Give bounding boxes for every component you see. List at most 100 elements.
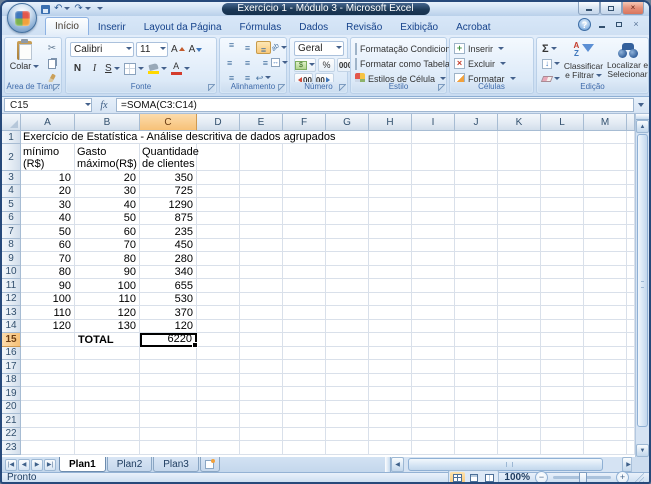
alignment-dialog-launcher[interactable] bbox=[278, 84, 285, 91]
cell-L9[interactable] bbox=[541, 252, 584, 266]
cell-C10[interactable]: 340 bbox=[140, 266, 197, 280]
zoom-level[interactable]: 100% bbox=[504, 472, 530, 483]
cell-B20[interactable] bbox=[75, 401, 140, 415]
cell-I15[interactable] bbox=[412, 333, 455, 347]
page-layout-view-button[interactable] bbox=[466, 472, 481, 483]
cell-E11[interactable] bbox=[240, 279, 283, 293]
cell-K14[interactable] bbox=[498, 320, 541, 334]
merge-center-button[interactable]: ↔ bbox=[272, 56, 287, 69]
cell-H21[interactable] bbox=[369, 414, 412, 428]
cell-C19[interactable] bbox=[140, 387, 197, 401]
cell-F12[interactable] bbox=[283, 293, 326, 307]
cell-A2[interactable]: Gastomínimo (R$) bbox=[21, 144, 75, 171]
cell-H1[interactable] bbox=[369, 131, 412, 144]
cell-K10[interactable] bbox=[498, 266, 541, 280]
save-button[interactable] bbox=[41, 5, 50, 14]
workbook-close-button[interactable]: × bbox=[630, 19, 642, 30]
sheet-tab-plan1[interactable]: Plan1 bbox=[59, 457, 106, 472]
cell-B18[interactable] bbox=[75, 374, 140, 388]
cell-F17[interactable] bbox=[283, 360, 326, 374]
cell-G20[interactable] bbox=[326, 401, 369, 415]
cell-G18[interactable] bbox=[326, 374, 369, 388]
cell-A18[interactable] bbox=[21, 374, 75, 388]
cell-I9[interactable] bbox=[412, 252, 455, 266]
cell-I1[interactable] bbox=[412, 131, 455, 144]
cell-F5[interactable] bbox=[283, 198, 326, 212]
cell-D5[interactable] bbox=[197, 198, 240, 212]
cell-E17[interactable] bbox=[240, 360, 283, 374]
cell-H23[interactable] bbox=[369, 441, 412, 455]
cell-L12[interactable] bbox=[541, 293, 584, 307]
cell-K1[interactable] bbox=[498, 131, 541, 144]
cell-J23[interactable] bbox=[455, 441, 498, 455]
cell-F16[interactable] bbox=[283, 347, 326, 361]
cell-J5[interactable] bbox=[455, 198, 498, 212]
cell-C18[interactable] bbox=[140, 374, 197, 388]
sheet-tab-plan2[interactable]: Plan2 bbox=[107, 457, 153, 472]
cell-H18[interactable] bbox=[369, 374, 412, 388]
cell-G2[interactable] bbox=[326, 144, 369, 171]
cell-B17[interactable] bbox=[75, 360, 140, 374]
cell-A5[interactable]: 30 bbox=[21, 198, 75, 212]
cell-M8[interactable] bbox=[584, 239, 627, 253]
align-right-button[interactable]: ≡ bbox=[256, 56, 271, 69]
cell-M2[interactable] bbox=[584, 144, 627, 171]
cell-M1[interactable] bbox=[584, 131, 627, 144]
clipboard-dialog-launcher[interactable] bbox=[53, 84, 60, 91]
cell-C4[interactable]: 725 bbox=[140, 185, 197, 199]
cell-B21[interactable] bbox=[75, 414, 140, 428]
cell-A3[interactable]: 10 bbox=[21, 171, 75, 185]
cell-I4[interactable] bbox=[412, 185, 455, 199]
cell-B11[interactable]: 100 bbox=[75, 279, 140, 293]
cell-B3[interactable]: 20 bbox=[75, 171, 140, 185]
cell-D7[interactable] bbox=[197, 225, 240, 239]
cell-I20[interactable] bbox=[412, 401, 455, 415]
cell-G16[interactable] bbox=[326, 347, 369, 361]
cell-B14[interactable]: 130 bbox=[75, 320, 140, 334]
column-header-C[interactable]: C bbox=[140, 114, 197, 131]
cell-M17[interactable] bbox=[584, 360, 627, 374]
conditional-formatting-button[interactable]: Formatação Condicional bbox=[351, 41, 446, 56]
cell-E23[interactable] bbox=[240, 441, 283, 455]
cell-G3[interactable] bbox=[326, 171, 369, 185]
bold-button[interactable]: N bbox=[70, 61, 85, 76]
cell-I14[interactable] bbox=[412, 320, 455, 334]
cell-F6[interactable] bbox=[283, 212, 326, 226]
cell-E10[interactable] bbox=[240, 266, 283, 280]
cell-G14[interactable] bbox=[326, 320, 369, 334]
scroll-down-button[interactable]: ▼ bbox=[636, 444, 649, 457]
italic-button[interactable]: I bbox=[87, 61, 102, 76]
cell-I19[interactable] bbox=[412, 387, 455, 401]
cell-L4[interactable] bbox=[541, 185, 584, 199]
cell-J15[interactable] bbox=[455, 333, 498, 347]
window-close-button[interactable]: × bbox=[622, 2, 644, 15]
cell-L1[interactable] bbox=[541, 131, 584, 144]
help-button[interactable]: ? bbox=[578, 18, 591, 31]
column-header-D[interactable]: D bbox=[197, 114, 240, 131]
cell-B19[interactable] bbox=[75, 387, 140, 401]
cell-J14[interactable] bbox=[455, 320, 498, 334]
cell-L21[interactable] bbox=[541, 414, 584, 428]
next-sheet-button[interactable]: ▶ bbox=[31, 459, 43, 471]
cell-J18[interactable] bbox=[455, 374, 498, 388]
cell-G9[interactable] bbox=[326, 252, 369, 266]
cell-E3[interactable] bbox=[240, 171, 283, 185]
cell-D8[interactable] bbox=[197, 239, 240, 253]
cell-M11[interactable] bbox=[584, 279, 627, 293]
cell-M6[interactable] bbox=[584, 212, 627, 226]
cell-D21[interactable] bbox=[197, 414, 240, 428]
cell-I11[interactable] bbox=[412, 279, 455, 293]
cell-J22[interactable] bbox=[455, 428, 498, 442]
cell-H9[interactable] bbox=[369, 252, 412, 266]
cell-L22[interactable] bbox=[541, 428, 584, 442]
cell-F15[interactable] bbox=[283, 333, 326, 347]
cell-B16[interactable] bbox=[75, 347, 140, 361]
insert-worksheet-button[interactable] bbox=[200, 457, 220, 472]
cell-M5[interactable] bbox=[584, 198, 627, 212]
tab-revisão[interactable]: Revisão bbox=[337, 19, 391, 35]
expand-formula-bar-button[interactable] bbox=[634, 98, 647, 112]
cell-E8[interactable] bbox=[240, 239, 283, 253]
percent-style-button[interactable]: % bbox=[318, 58, 335, 72]
cell-L18[interactable] bbox=[541, 374, 584, 388]
column-header-B[interactable]: B bbox=[75, 114, 140, 131]
